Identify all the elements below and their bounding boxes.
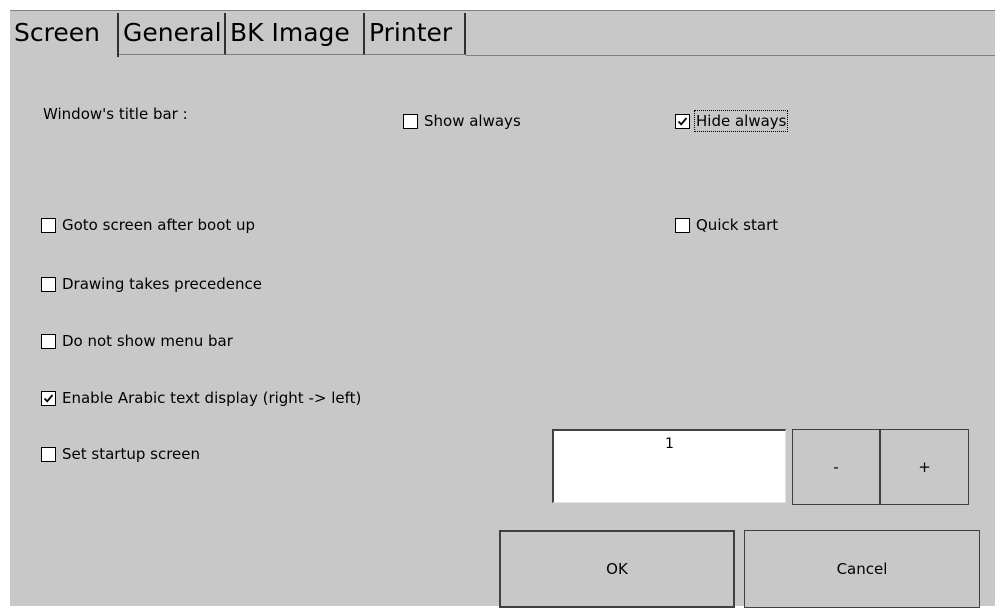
- drawing-precedence-checkbox[interactable]: Drawing takes precedence: [41, 275, 262, 293]
- tab-bk-image[interactable]: BK Image: [226, 13, 365, 55]
- no-menu-bar-checkbox[interactable]: Do not show menu bar: [41, 332, 233, 350]
- tab-screen[interactable]: Screen: [10, 13, 119, 57]
- increment-button[interactable]: +: [880, 429, 969, 505]
- quick-start-label: Quick start: [696, 216, 779, 234]
- check-mark-icon: [677, 116, 688, 126]
- show-always-checkbox[interactable]: Show always: [403, 112, 521, 130]
- startup-screen-input[interactable]: 1: [552, 429, 786, 503]
- startup-screen-label: Set startup screen: [62, 445, 200, 463]
- checkbox-box: [41, 276, 56, 292]
- tab-divider: [466, 55, 995, 56]
- checkbox-box: [675, 113, 690, 129]
- checkbox-box: [41, 446, 56, 462]
- goto-screen-checkbox[interactable]: Goto screen after boot up: [41, 216, 255, 234]
- show-always-label: Show always: [424, 112, 521, 130]
- hide-always-checkbox[interactable]: Hide always: [675, 110, 789, 132]
- cancel-button[interactable]: Cancel: [744, 530, 980, 608]
- settings-window: Screen General BK Image Printer Window's…: [10, 10, 995, 608]
- no-menu-bar-label: Do not show menu bar: [62, 332, 233, 350]
- arabic-checkbox[interactable]: Enable Arabic text display (right -> lef…: [41, 389, 361, 407]
- title-bar-label: Window's title bar :: [43, 105, 188, 123]
- checkbox-box: [403, 113, 418, 129]
- ok-button[interactable]: OK: [499, 530, 735, 608]
- checkbox-box: [41, 333, 56, 349]
- checkbox-box: [41, 390, 56, 406]
- startup-screen-checkbox[interactable]: Set startup screen: [41, 445, 200, 463]
- checkbox-box: [675, 217, 690, 233]
- hide-always-label: Hide always: [693, 110, 789, 132]
- checkbox-box: [41, 217, 56, 233]
- arabic-label: Enable Arabic text display (right -> lef…: [62, 389, 362, 407]
- tab-printer[interactable]: Printer: [365, 13, 466, 55]
- tab-general[interactable]: General: [119, 13, 226, 55]
- decrement-button[interactable]: -: [792, 429, 880, 505]
- drawing-precedence-label: Drawing takes precedence: [62, 275, 262, 293]
- check-mark-icon: [43, 393, 54, 403]
- goto-screen-label: Goto screen after boot up: [62, 216, 256, 234]
- quick-start-checkbox[interactable]: Quick start: [675, 216, 778, 234]
- tab-bar: Screen General BK Image Printer: [10, 11, 995, 57]
